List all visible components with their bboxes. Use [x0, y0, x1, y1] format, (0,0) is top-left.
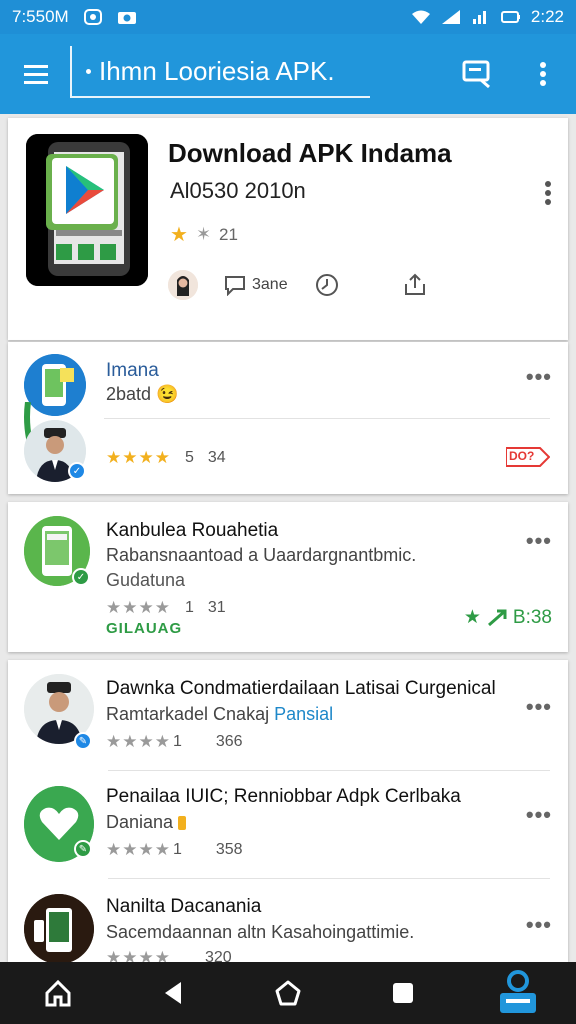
tag-text: GILAUAG [106, 620, 183, 637]
list-item-more-button[interactable]: ••• [526, 802, 552, 828]
list-item-rating: ★★★★ 1 358 [106, 840, 243, 859]
verified-badge: ✓ [68, 462, 86, 480]
more-vert-icon [545, 181, 551, 205]
status-time-left: 7:550M [12, 7, 69, 26]
app-subtitle: Al0530 2010n [170, 178, 306, 203]
clock-icon [315, 274, 338, 296]
share-icon [404, 273, 425, 295]
verified-badge: ✓ [72, 568, 90, 586]
history-button[interactable] [314, 272, 340, 298]
edit-badge: ✎ [74, 840, 92, 858]
star-outline-icon: ✶ [195, 224, 212, 244]
hero-more-button[interactable] [542, 178, 554, 208]
screen-search-button[interactable] [444, 34, 510, 114]
app-bar-title: Ihmn Looriesia APK. [99, 55, 335, 86]
rating-count: 34 [207, 449, 226, 466]
recents-button[interactable] [373, 963, 433, 1023]
system-nav-bar [0, 962, 576, 1024]
app-bar-search[interactable]: Ihmn Looriesia APK. [70, 46, 370, 98]
settings-icon [83, 9, 102, 25]
right-status: ★ B:38 [463, 606, 552, 629]
stars-icon: ★★★★ [106, 448, 171, 467]
rating-value: 21 [219, 224, 238, 244]
list-item-more-button[interactable]: ••• [526, 912, 552, 938]
app-detail-card: Download APK Indama Al0530 2010n ★ ✶ 21 … [8, 118, 568, 340]
stars-icon: ★★★★ [106, 840, 171, 859]
comment-icon [225, 276, 245, 296]
device-avatar [24, 894, 94, 964]
phone-play-icon [26, 134, 148, 286]
hero-actions: 3ane [168, 270, 454, 300]
home-icon [45, 979, 71, 1007]
arrow-right-icon [487, 609, 507, 626]
square-icon [393, 983, 414, 1003]
signal-bars-icon [472, 11, 486, 24]
list-item-subtitle: Ramtarkadel Cnakaj Pansial [106, 704, 334, 724]
back-button[interactable] [143, 963, 203, 1023]
list-item-more-button[interactable]: ••• [526, 694, 552, 720]
card-subtitle: Rabansnaantoad a Uaardargnantbmic. [106, 545, 417, 565]
pentagon-icon [275, 980, 301, 1006]
card-title: Kanbulea Rouahetia [106, 520, 279, 541]
list-item-title: Penailaa IUIC; Renniobbar Adpk Cerlbaka [106, 786, 461, 807]
stars-icon: ★★★★ [106, 732, 171, 751]
account-icon [500, 970, 537, 1013]
more-options-button[interactable] [510, 34, 576, 114]
dot-icon [86, 68, 91, 74]
app-title: Download APK Indama [168, 138, 452, 168]
stars-icon: ★★★★ [106, 598, 171, 617]
signal-icon [441, 10, 460, 24]
card-more-button[interactable]: ••• [526, 528, 552, 554]
camera-icon [117, 12, 136, 24]
edit-badge: ✎ [74, 732, 92, 750]
assistant-button[interactable] [258, 963, 318, 1023]
list-item-rating: ★★★★ 1 366 [106, 732, 243, 751]
card-rating: ★★★★ 1 31 [106, 598, 226, 618]
more-vert-icon [540, 62, 546, 86]
card-title: Imana [106, 360, 159, 381]
card-rating: ★★★★ 5 34 [106, 448, 226, 468]
screen-search-icon [462, 60, 490, 89]
menu-icon [24, 65, 48, 84]
wink-emoji-icon: 😉 [156, 384, 179, 404]
app-list-card: ✎ Dawnka Condmatierdailaan Latisai Curge… [8, 660, 568, 967]
status-time-right: 2:22 [530, 7, 564, 26]
star-icon: ★ [170, 224, 188, 246]
share-button[interactable] [402, 272, 428, 298]
comment-button[interactable]: 3ane [224, 274, 288, 296]
wifi-icon [411, 10, 430, 24]
list-item-title: Dawnka Condmatierdailaan Latisai Curgeni… [106, 678, 496, 699]
list-item-title: Nanilta Dacanania [106, 896, 262, 917]
rating-text: 1 [184, 599, 194, 616]
back-triangle-icon [164, 982, 181, 1004]
phone-app-icon [24, 894, 94, 964]
profile-button[interactable] [488, 963, 548, 1023]
app-rating: ★ ✶ 21 [170, 222, 238, 247]
home-button[interactable] [28, 963, 88, 1023]
rating-count: 31 [207, 599, 226, 616]
app-icon[interactable] [26, 134, 148, 286]
comment-label: 3ane [252, 276, 288, 293]
person-icon [168, 270, 198, 300]
app-card-1[interactable]: ✓ Imana 2batd 😉 ★★★★ 5 34 ••• DO? [8, 342, 568, 494]
rating-text: 5 [184, 449, 194, 466]
app-bar: Ihmn Looriesia APK. [0, 34, 576, 114]
divider [104, 418, 550, 419]
card-subtitle: 2batd 😉 [106, 384, 179, 404]
avatar[interactable] [168, 270, 198, 300]
status-bar: 7:550M 2:22 [0, 0, 576, 34]
battery-icon [500, 11, 520, 23]
divider [108, 770, 550, 771]
app-card-2[interactable]: ✓ Kanbulea Rouahetia Rabansnaantoad a Ua… [8, 502, 568, 652]
card-more-button[interactable]: ••• [526, 364, 552, 390]
list-item-subtitle: Daniana [106, 812, 187, 833]
lock-icon [178, 816, 187, 831]
divider [108, 878, 550, 879]
card-subtitle-2: Gudatuna [106, 570, 186, 590]
menu-button[interactable] [0, 34, 72, 114]
list-item-subtitle: Sacemdaannan altn Kasahoingattimie. [106, 922, 415, 942]
tag-badge: DO? [505, 446, 551, 468]
star-icon: ★ [463, 607, 481, 628]
